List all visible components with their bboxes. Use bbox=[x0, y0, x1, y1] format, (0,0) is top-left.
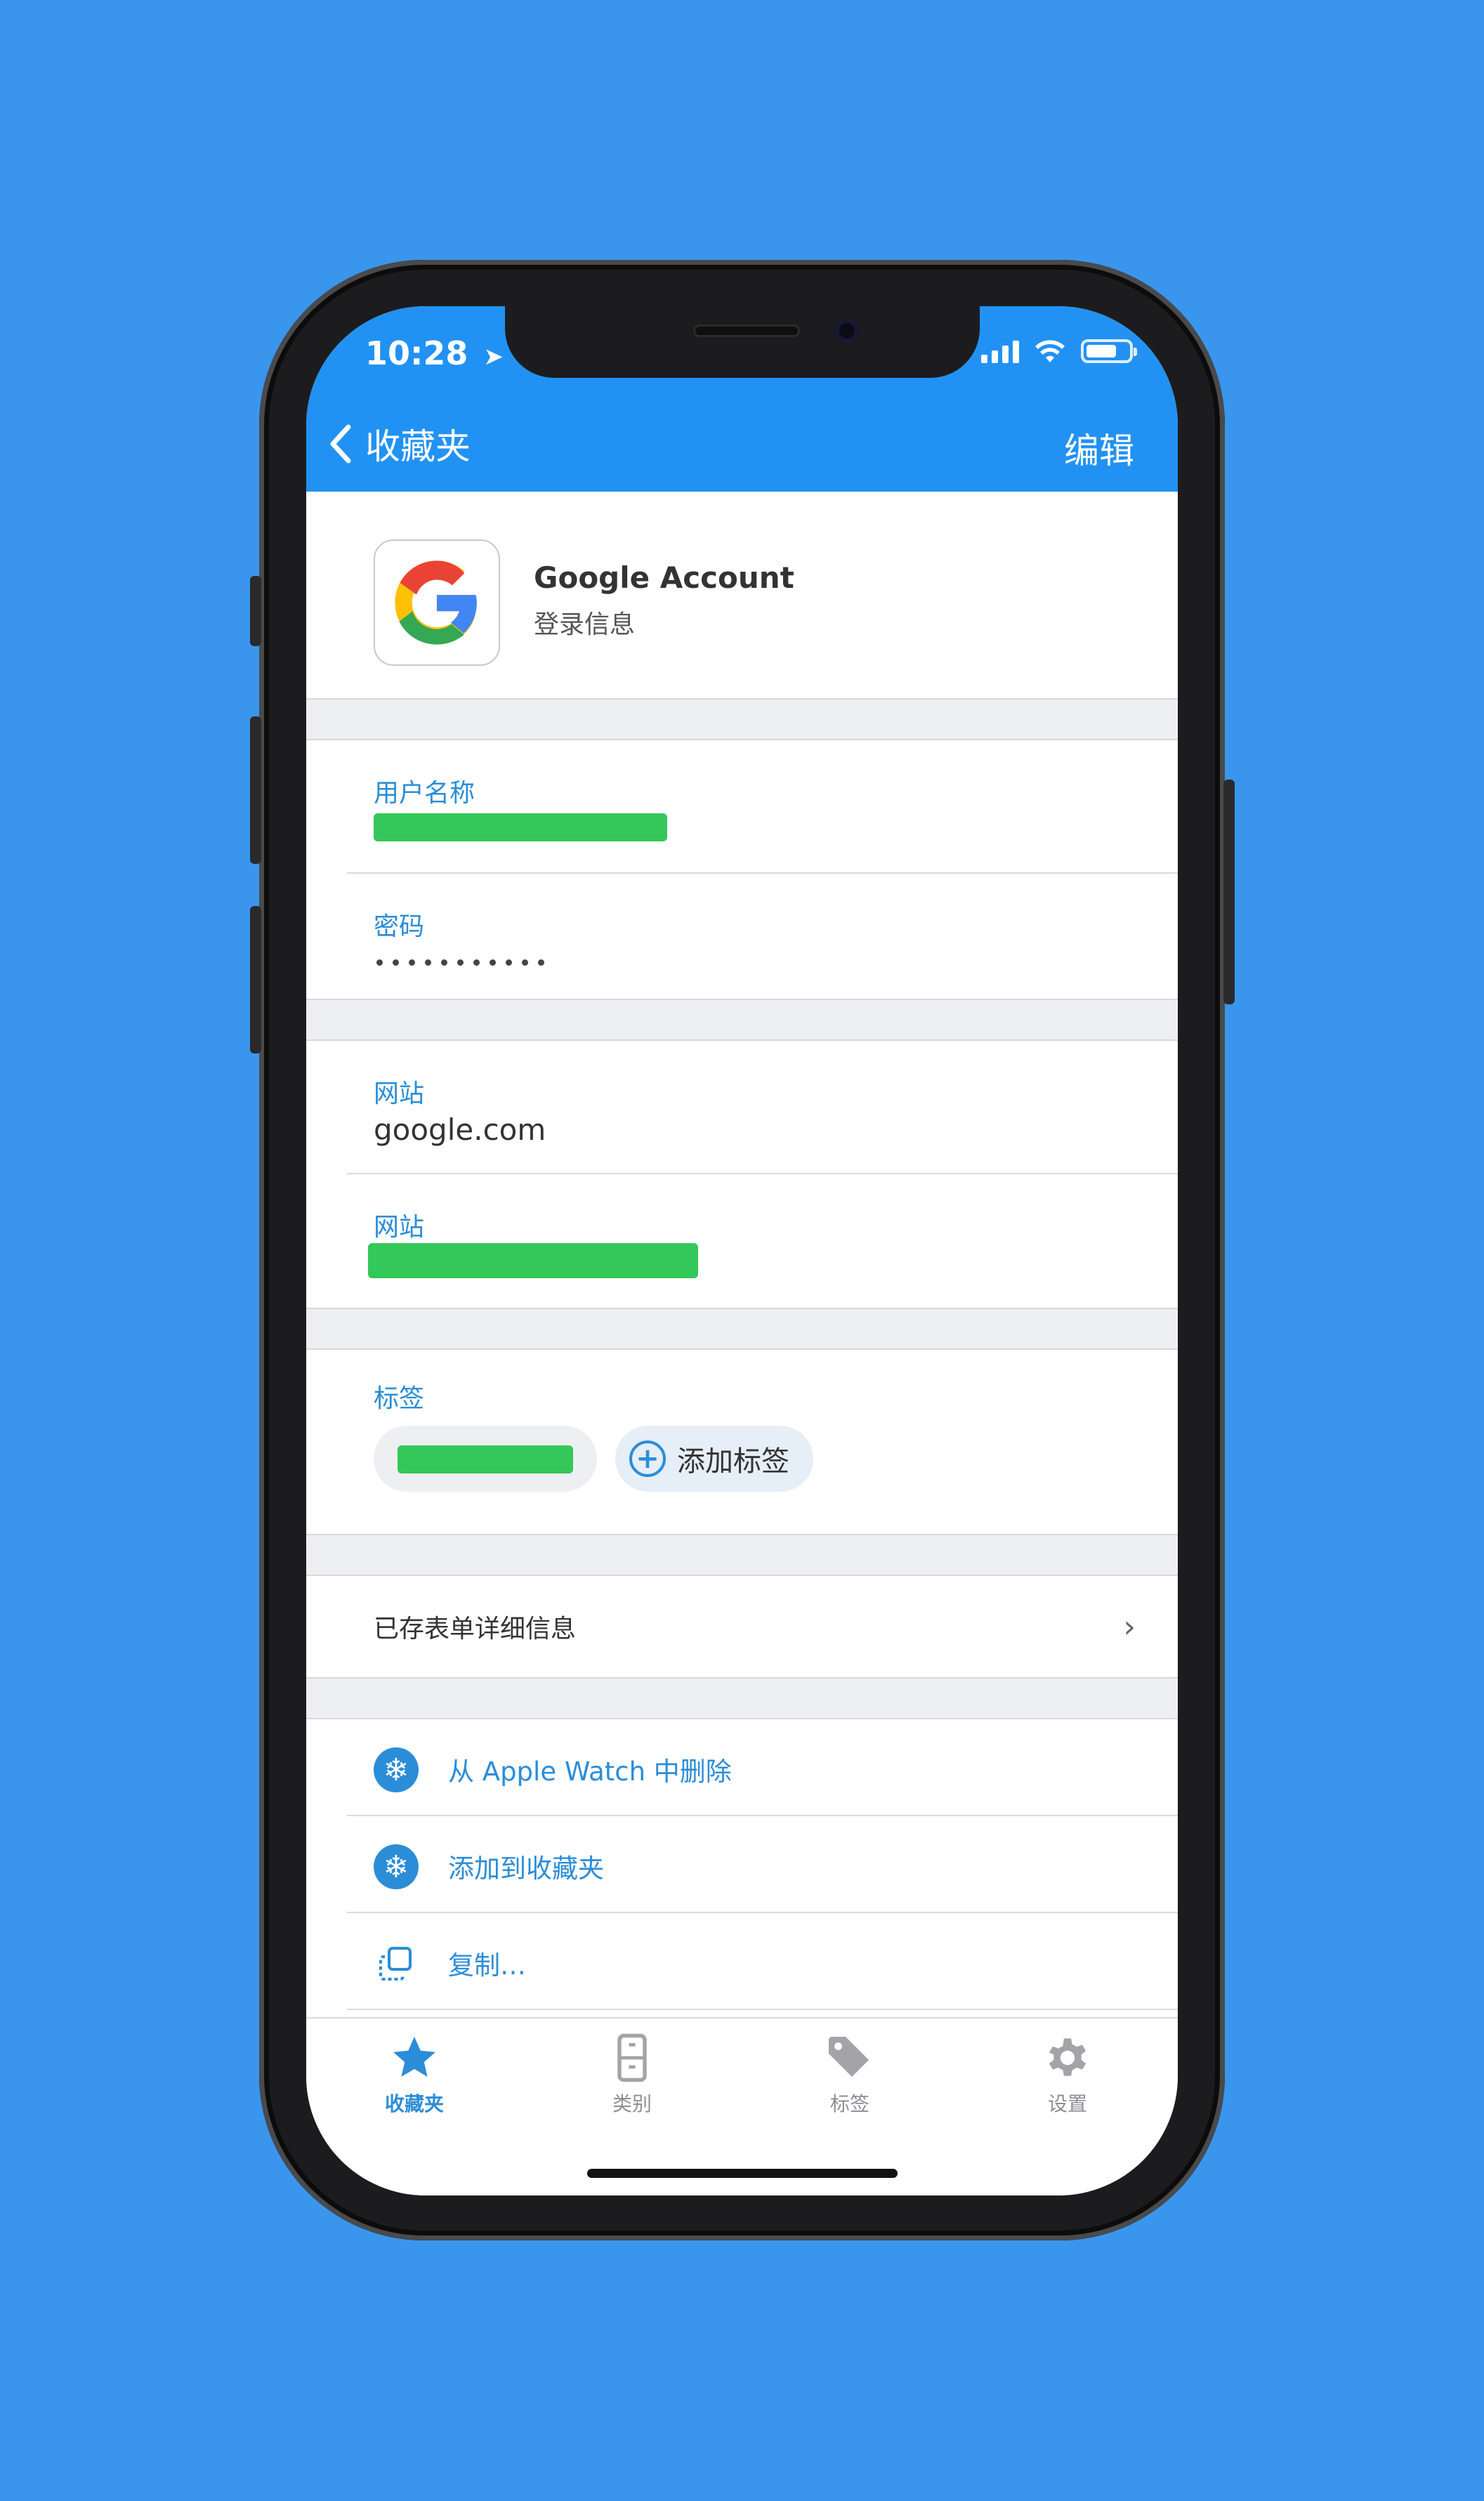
username-field[interactable]: 用户名称 bbox=[306, 740, 1178, 874]
back-label: 收藏夹 bbox=[365, 426, 471, 467]
front-camera bbox=[834, 317, 860, 344]
password-label: 密码 bbox=[374, 912, 425, 941]
chevron-left-icon bbox=[330, 424, 351, 464]
side-button-volume-down bbox=[250, 906, 261, 1053]
password-dot bbox=[473, 959, 480, 966]
tag-redacted bbox=[398, 1445, 573, 1473]
section-gap bbox=[306, 1677, 1178, 1719]
edit-button[interactable]: 编辑 bbox=[1064, 423, 1134, 473]
tab-settings[interactable]: 设置 bbox=[1011, 2033, 1124, 2117]
tags-section: 标签 + 添加标签 bbox=[306, 1350, 1178, 1534]
saved-form-label: 已存表单详细信息 bbox=[374, 1615, 577, 1643]
action-label: 复制… bbox=[448, 1950, 526, 1981]
password-dot bbox=[490, 959, 496, 966]
back-button[interactable]: 收藏夹 bbox=[327, 419, 471, 469]
password-dot bbox=[376, 959, 383, 966]
password-dot bbox=[425, 959, 431, 966]
website-value: google.com bbox=[374, 1112, 546, 1147]
password-dot bbox=[457, 959, 464, 966]
google-logo-icon bbox=[374, 539, 500, 666]
snowflake-icon: ❄ bbox=[374, 1747, 419, 1792]
section-gap bbox=[306, 1308, 1178, 1350]
password-dot bbox=[506, 959, 512, 966]
copy-button[interactable]: 复制… bbox=[306, 1913, 1178, 2010]
cellular-signal-icon bbox=[981, 339, 1019, 363]
cabinet-icon bbox=[617, 2033, 647, 2082]
item-type: 登录信息 bbox=[534, 610, 636, 639]
item-detail: Google Account 登录信息 用户名称 密码 网站 google.co… bbox=[306, 492, 1178, 2010]
websites-section: 网站 google.com 网站 bbox=[306, 1041, 1178, 1308]
item-header: Google Account 登录信息 bbox=[306, 492, 1178, 698]
plus-circle-icon: + bbox=[629, 1440, 666, 1477]
tab-bar: 收藏夹 类别 标签 设置 bbox=[306, 2017, 1178, 2195]
add-to-favorites-button[interactable]: ❄ 添加到收藏夹 bbox=[306, 1816, 1178, 1913]
website-field-2[interactable]: 网站 bbox=[306, 1174, 1178, 1308]
remove-from-apple-watch-button[interactable]: ❄ 从 Apple Watch 中删除 bbox=[306, 1719, 1178, 1816]
credentials-section: 用户名称 密码 bbox=[306, 740, 1178, 999]
speaker bbox=[693, 324, 800, 337]
chevron-right-icon: › bbox=[1123, 1608, 1136, 1645]
side-button-power bbox=[1223, 780, 1235, 1004]
action-label: 从 Apple Watch 中删除 bbox=[448, 1757, 732, 1787]
password-dot bbox=[538, 959, 544, 966]
password-dots bbox=[376, 959, 544, 966]
password-dot bbox=[441, 959, 447, 966]
website-label: 网站 bbox=[374, 1079, 425, 1108]
tags-label: 标签 bbox=[374, 1384, 425, 1413]
side-button-mute bbox=[250, 576, 261, 646]
password-dot bbox=[393, 959, 399, 966]
add-tag-label: 添加标签 bbox=[677, 1445, 789, 1478]
copy-icon bbox=[374, 1941, 419, 1986]
password-field[interactable]: 密码 bbox=[306, 874, 1178, 999]
status-icons bbox=[981, 339, 1137, 364]
status-time: 10:28 ➤ bbox=[365, 334, 504, 372]
password-dot bbox=[409, 959, 415, 966]
username-label: 用户名称 bbox=[374, 779, 475, 808]
website-redacted bbox=[368, 1243, 698, 1278]
notch bbox=[505, 306, 980, 378]
tab-categories[interactable]: 类别 bbox=[576, 2033, 688, 2117]
gear-icon bbox=[1049, 2038, 1086, 2076]
home-indicator[interactable] bbox=[587, 2169, 898, 2178]
section-gap bbox=[306, 698, 1178, 740]
website-field-1[interactable]: 网站 google.com bbox=[306, 1041, 1178, 1174]
battery-icon bbox=[1081, 339, 1137, 363]
username-redacted bbox=[374, 813, 667, 841]
snowflake-icon: ❄ bbox=[374, 1844, 419, 1889]
saved-form-details-row[interactable]: 已存表单详细信息 › bbox=[306, 1576, 1178, 1677]
actions-section: ❄ 从 Apple Watch 中删除 ❄ 添加到收藏夹 复制… bbox=[306, 1719, 1178, 2010]
phone-screen: 10:28 ➤ 收藏夹 编辑 Google Account 登录信息 用户名称 … bbox=[306, 306, 1178, 2195]
location-arrow-icon: ➤ bbox=[483, 343, 504, 371]
tag-icon bbox=[829, 2037, 869, 2077]
wifi-icon bbox=[1035, 340, 1065, 362]
action-label: 添加到收藏夹 bbox=[448, 1853, 604, 1884]
website-label-2: 网站 bbox=[374, 1213, 425, 1242]
star-icon bbox=[393, 2037, 435, 2077]
section-gap bbox=[306, 1534, 1178, 1576]
item-title: Google Account bbox=[534, 560, 794, 595]
tab-favorites[interactable]: 收藏夹 bbox=[358, 2033, 471, 2117]
add-tag-button[interactable]: + 添加标签 bbox=[615, 1426, 813, 1492]
side-button-volume-up bbox=[250, 716, 261, 864]
tag-chip[interactable] bbox=[374, 1426, 597, 1492]
password-dot bbox=[522, 959, 528, 966]
tab-tags[interactable]: 标签 bbox=[794, 2033, 906, 2117]
section-gap bbox=[306, 999, 1178, 1041]
